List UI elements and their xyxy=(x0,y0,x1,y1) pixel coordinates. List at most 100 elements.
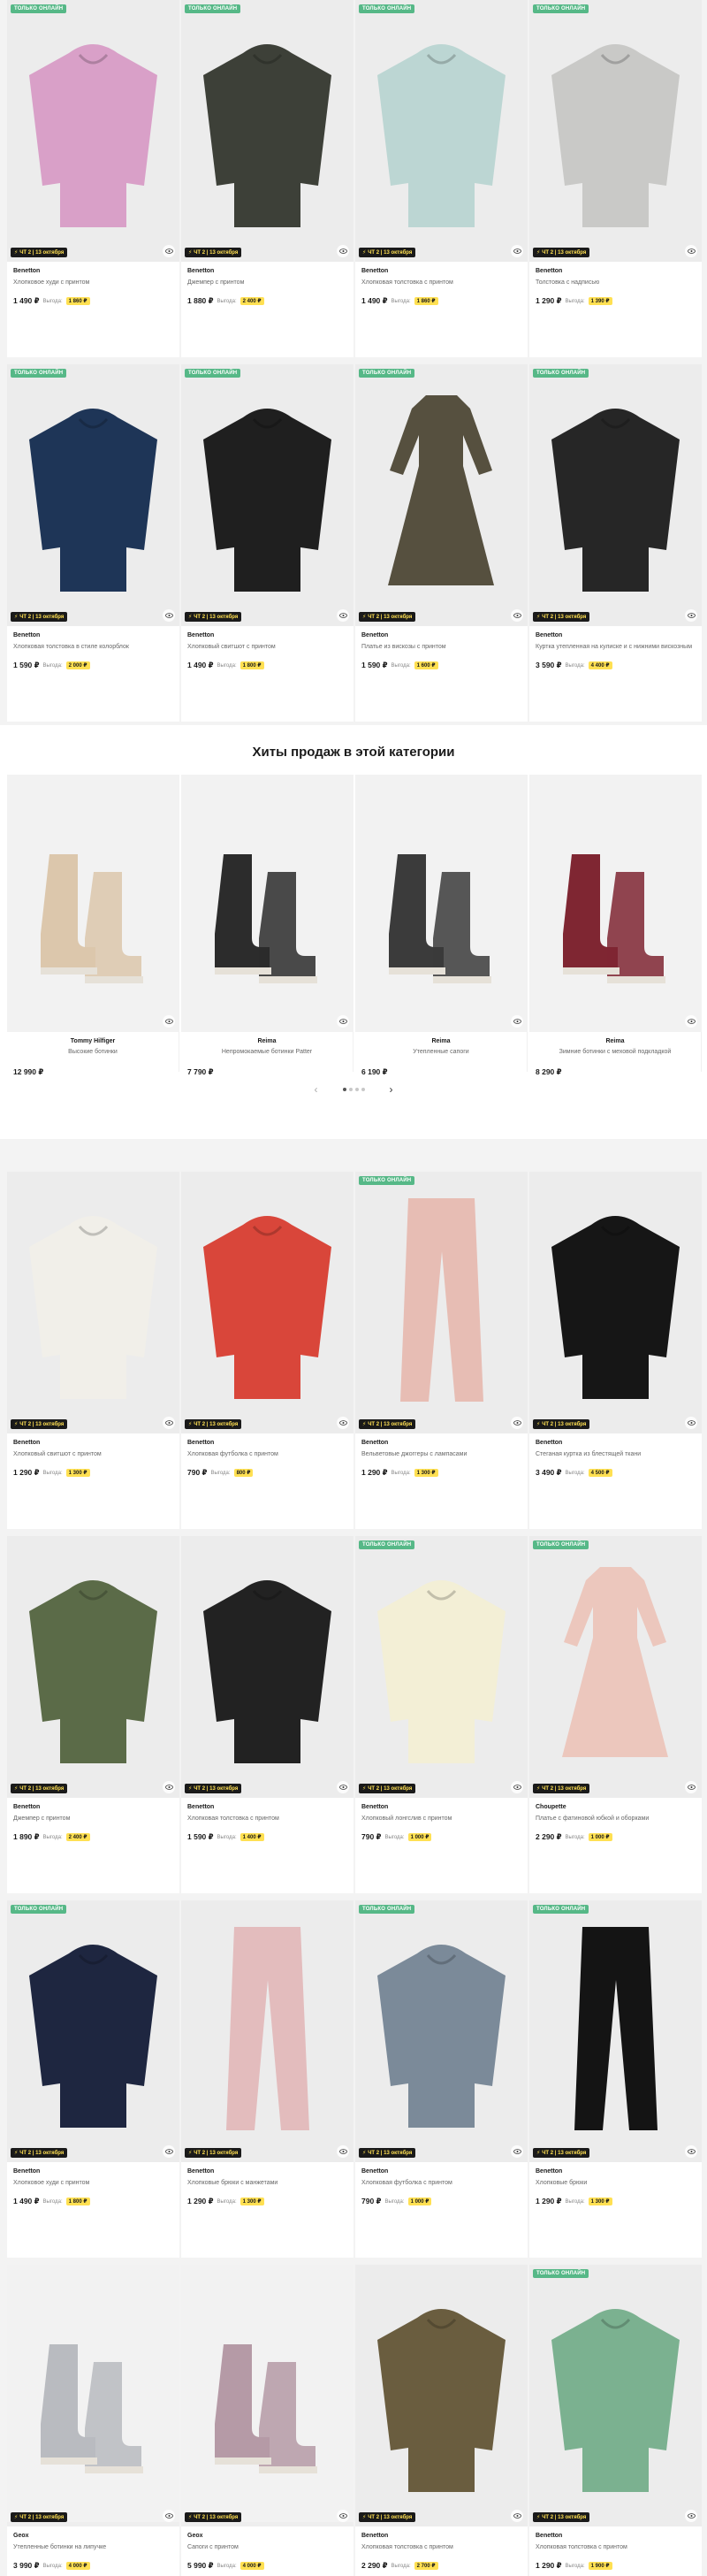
product-brand[interactable]: Benetton xyxy=(361,2533,521,2541)
product-card[interactable]: Только онлайн ⚡ ЧТ 2 | 13 октября Benetton Х… xyxy=(7,0,179,357)
quick-view-eye-icon[interactable] xyxy=(685,245,697,257)
product-name[interactable]: Платье с фатиновой юбкой и оборками xyxy=(536,1815,696,1831)
carousel-dot[interactable] xyxy=(361,1088,365,1091)
product-card[interactable]: ⚡ ЧТ 2 | 13 октября Benetton Хлопковый свит… xyxy=(7,1172,179,1529)
product-name[interactable]: Хлопковый свитшот с принтом xyxy=(13,1450,173,1466)
quick-view-eye-icon[interactable] xyxy=(685,1015,697,1028)
product-image-wrap[interactable]: Только онлайн ⚡ ЧТ 2 | 13 октября xyxy=(7,0,179,262)
product-name[interactable]: Хлопковая футболка с принтом xyxy=(187,1450,347,1466)
product-card[interactable]: Только онлайн ⚡ ЧТ 2 | 13 октября Benetton Х… xyxy=(7,1900,179,2258)
product-brand[interactable]: Benetton xyxy=(13,268,173,276)
product-name[interactable]: Хлопковая толстовка в стиле колорблок xyxy=(13,643,173,659)
product-brand[interactable]: Reima xyxy=(181,1038,353,1046)
product-name[interactable]: Утепленные ботинки на липучке xyxy=(13,2543,173,2559)
product-image-wrap[interactable]: Только онлайн ⚡ ЧТ 2 | 13 октября xyxy=(355,0,528,262)
product-image-wrap[interactable]: Только онлайн ⚡ ЧТ 2 | 13 октября xyxy=(181,0,354,262)
product-card[interactable]: ⚡ ЧТ 2 | 13 октября Benetton Хлопковая толс… xyxy=(355,2265,528,2576)
product-image-wrap[interactable]: Только онлайн ⚡ ЧТ 2 | 13 октября xyxy=(529,1536,702,1798)
product-image-wrap[interactable]: ⚡ ЧТ 2 | 13 октября xyxy=(181,1900,354,2162)
product-brand[interactable]: Benetton xyxy=(536,268,696,276)
product-name[interactable]: Хлопковое худи с принтом xyxy=(13,2179,173,2195)
product-brand[interactable]: Benetton xyxy=(187,268,347,276)
product-card[interactable]: Только онлайн ⚡ ЧТ 2 | 13 октября Benetton Х… xyxy=(529,1900,702,2258)
quick-view-eye-icon[interactable] xyxy=(337,2145,349,2158)
product-card[interactable]: Только онлайн ⚡ ЧТ 2 | 13 октября Benetton Д… xyxy=(181,0,354,357)
product-brand[interactable]: Reima xyxy=(355,1038,527,1046)
product-name[interactable]: Куртка утепленная на кулиске и с нижними… xyxy=(536,643,696,659)
product-brand[interactable]: Benetton xyxy=(361,632,521,640)
product-card[interactable]: Только онлайн ⚡ ЧТ 2 | 13 октября Benetton Х… xyxy=(355,0,528,357)
carousel-dot[interactable] xyxy=(354,1088,359,1091)
product-name[interactable]: Джемпер с принтом xyxy=(13,1815,173,1831)
product-image-wrap[interactable]: Только онлайн ⚡ ЧТ 2 | 13 октября xyxy=(529,1900,702,2162)
product-name[interactable]: Хлопковые брюки с манжетами xyxy=(187,2179,347,2195)
product-image-wrap[interactable] xyxy=(181,775,354,1032)
quick-view-eye-icon[interactable] xyxy=(511,2145,523,2158)
product-image-wrap[interactable]: ⚡ ЧТ 2 | 13 октября xyxy=(7,1172,179,1433)
product-card[interactable]: Только онлайн ⚡ ЧТ 2 | 13 октября Benetton Х… xyxy=(355,1900,528,2258)
quick-view-eye-icon[interactable] xyxy=(337,609,349,622)
product-name[interactable]: Хлопковая толстовка с принтом xyxy=(361,2543,521,2559)
product-name[interactable]: Платье из вискозы с принтом xyxy=(361,643,521,659)
product-card[interactable]: ⚡ ЧТ 2 | 13 октября Geox Утепленные ботинки… xyxy=(7,2265,179,2576)
product-image-wrap[interactable] xyxy=(529,775,702,1032)
quick-view-eye-icon[interactable] xyxy=(511,1015,523,1028)
quick-view-eye-icon[interactable] xyxy=(163,2145,175,2158)
product-image-wrap[interactable]: Только онлайн ⚡ ЧТ 2 | 13 октября xyxy=(355,1536,528,1798)
product-image-wrap[interactable]: ⚡ ЧТ 2 | 13 октября xyxy=(181,1536,354,1798)
product-brand[interactable]: Benetton xyxy=(536,632,696,640)
carousel-dot[interactable] xyxy=(342,1088,346,1091)
product-image-wrap[interactable]: Только онлайн ⚡ ЧТ 2 | 13 октября xyxy=(355,364,528,626)
quick-view-eye-icon[interactable] xyxy=(337,245,349,257)
quick-view-eye-icon[interactable] xyxy=(511,2510,523,2522)
product-image-wrap[interactable]: ⚡ ЧТ 2 | 13 октября xyxy=(355,2265,528,2526)
product-image-wrap[interactable] xyxy=(355,775,528,1032)
quick-view-eye-icon[interactable] xyxy=(337,1417,349,1429)
product-brand[interactable]: Benetton xyxy=(13,2168,173,2176)
product-card[interactable]: Только онлайн ⚡ ЧТ 2 | 13 октября Benetton П… xyxy=(355,364,528,722)
quick-view-eye-icon[interactable] xyxy=(163,245,175,257)
product-brand[interactable]: Benetton xyxy=(536,2533,696,2541)
quick-view-eye-icon[interactable] xyxy=(163,609,175,622)
product-brand[interactable]: Benetton xyxy=(13,1440,173,1448)
product-brand[interactable]: Benetton xyxy=(187,632,347,640)
product-name[interactable]: Хлопковое худи с принтом xyxy=(13,279,173,294)
product-brand[interactable]: Benetton xyxy=(187,2168,347,2176)
quick-view-eye-icon[interactable] xyxy=(685,2510,697,2522)
product-brand[interactable]: Benetton xyxy=(361,2168,521,2176)
product-name[interactable]: Хлопковые брюки xyxy=(536,2179,696,2195)
product-brand[interactable]: Benetton xyxy=(361,1804,521,1812)
product-card[interactable]: ⚡ ЧТ 2 | 13 октября Benetton Стеганая куртк… xyxy=(529,1172,702,1529)
product-card[interactable]: ⚡ ЧТ 2 | 13 октября Benetton Джемпер с прин… xyxy=(7,1536,179,1893)
product-image-wrap[interactable]: Только онлайн ⚡ ЧТ 2 | 13 октября xyxy=(355,1900,528,2162)
product-name[interactable]: Вельветовые джоггеры с лампасами xyxy=(361,1450,521,1466)
carousel-prev-button[interactable]: ‹ xyxy=(315,1083,318,1096)
quick-view-eye-icon[interactable] xyxy=(511,1417,523,1429)
product-image-wrap[interactable] xyxy=(7,775,179,1032)
product-image-wrap[interactable]: Только онлайн ⚡ ЧТ 2 | 13 октября xyxy=(529,0,702,262)
product-image-wrap[interactable]: ⚡ ЧТ 2 | 13 октября xyxy=(181,1172,354,1433)
quick-view-eye-icon[interactable] xyxy=(511,609,523,622)
quick-view-eye-icon[interactable] xyxy=(685,1417,697,1429)
carousel-next-button[interactable]: › xyxy=(390,1083,393,1096)
product-brand[interactable]: Benetton xyxy=(13,1804,173,1812)
product-brand[interactable]: Geox xyxy=(187,2533,347,2541)
product-image-wrap[interactable]: Только онлайн ⚡ ЧТ 2 | 13 октября xyxy=(181,364,354,626)
product-card[interactable]: Только онлайн ⚡ ЧТ 2 | 13 октября Benetton Х… xyxy=(529,2265,702,2576)
product-image-wrap[interactable]: Только онлайн ⚡ ЧТ 2 | 13 октября xyxy=(355,1172,528,1433)
product-name[interactable]: Непромокаемые ботинки Patter xyxy=(181,1049,353,1057)
product-card[interactable]: ⚡ ЧТ 2 | 13 октября Benetton Хлопковая толс… xyxy=(181,1536,354,1893)
product-brand[interactable]: Benetton xyxy=(361,1440,521,1448)
product-card[interactable]: Только онлайн ⚡ ЧТ 2 | 13 октября Benetton Х… xyxy=(181,364,354,722)
quick-view-eye-icon[interactable] xyxy=(163,1417,175,1429)
quick-view-eye-icon[interactable] xyxy=(337,1781,349,1793)
product-name[interactable]: Хлопковый свитшот с принтом xyxy=(187,643,347,659)
product-card[interactable]: Только онлайн ⚡ ЧТ 2 | 13 октября Benetton Х… xyxy=(7,364,179,722)
carousel-dot[interactable] xyxy=(348,1088,353,1091)
product-brand[interactable]: Tommy Hilfiger xyxy=(7,1038,179,1046)
product-brand[interactable]: Benetton xyxy=(187,1440,347,1448)
product-card[interactable]: ⚡ ЧТ 2 | 13 октября Geox Сапоги с принтом 5 … xyxy=(181,2265,354,2576)
quick-view-eye-icon[interactable] xyxy=(337,1015,349,1028)
product-image-wrap[interactable]: ⚡ ЧТ 2 | 13 октября xyxy=(7,1536,179,1798)
product-image-wrap[interactable]: Только онлайн ⚡ ЧТ 2 | 13 октября xyxy=(7,364,179,626)
